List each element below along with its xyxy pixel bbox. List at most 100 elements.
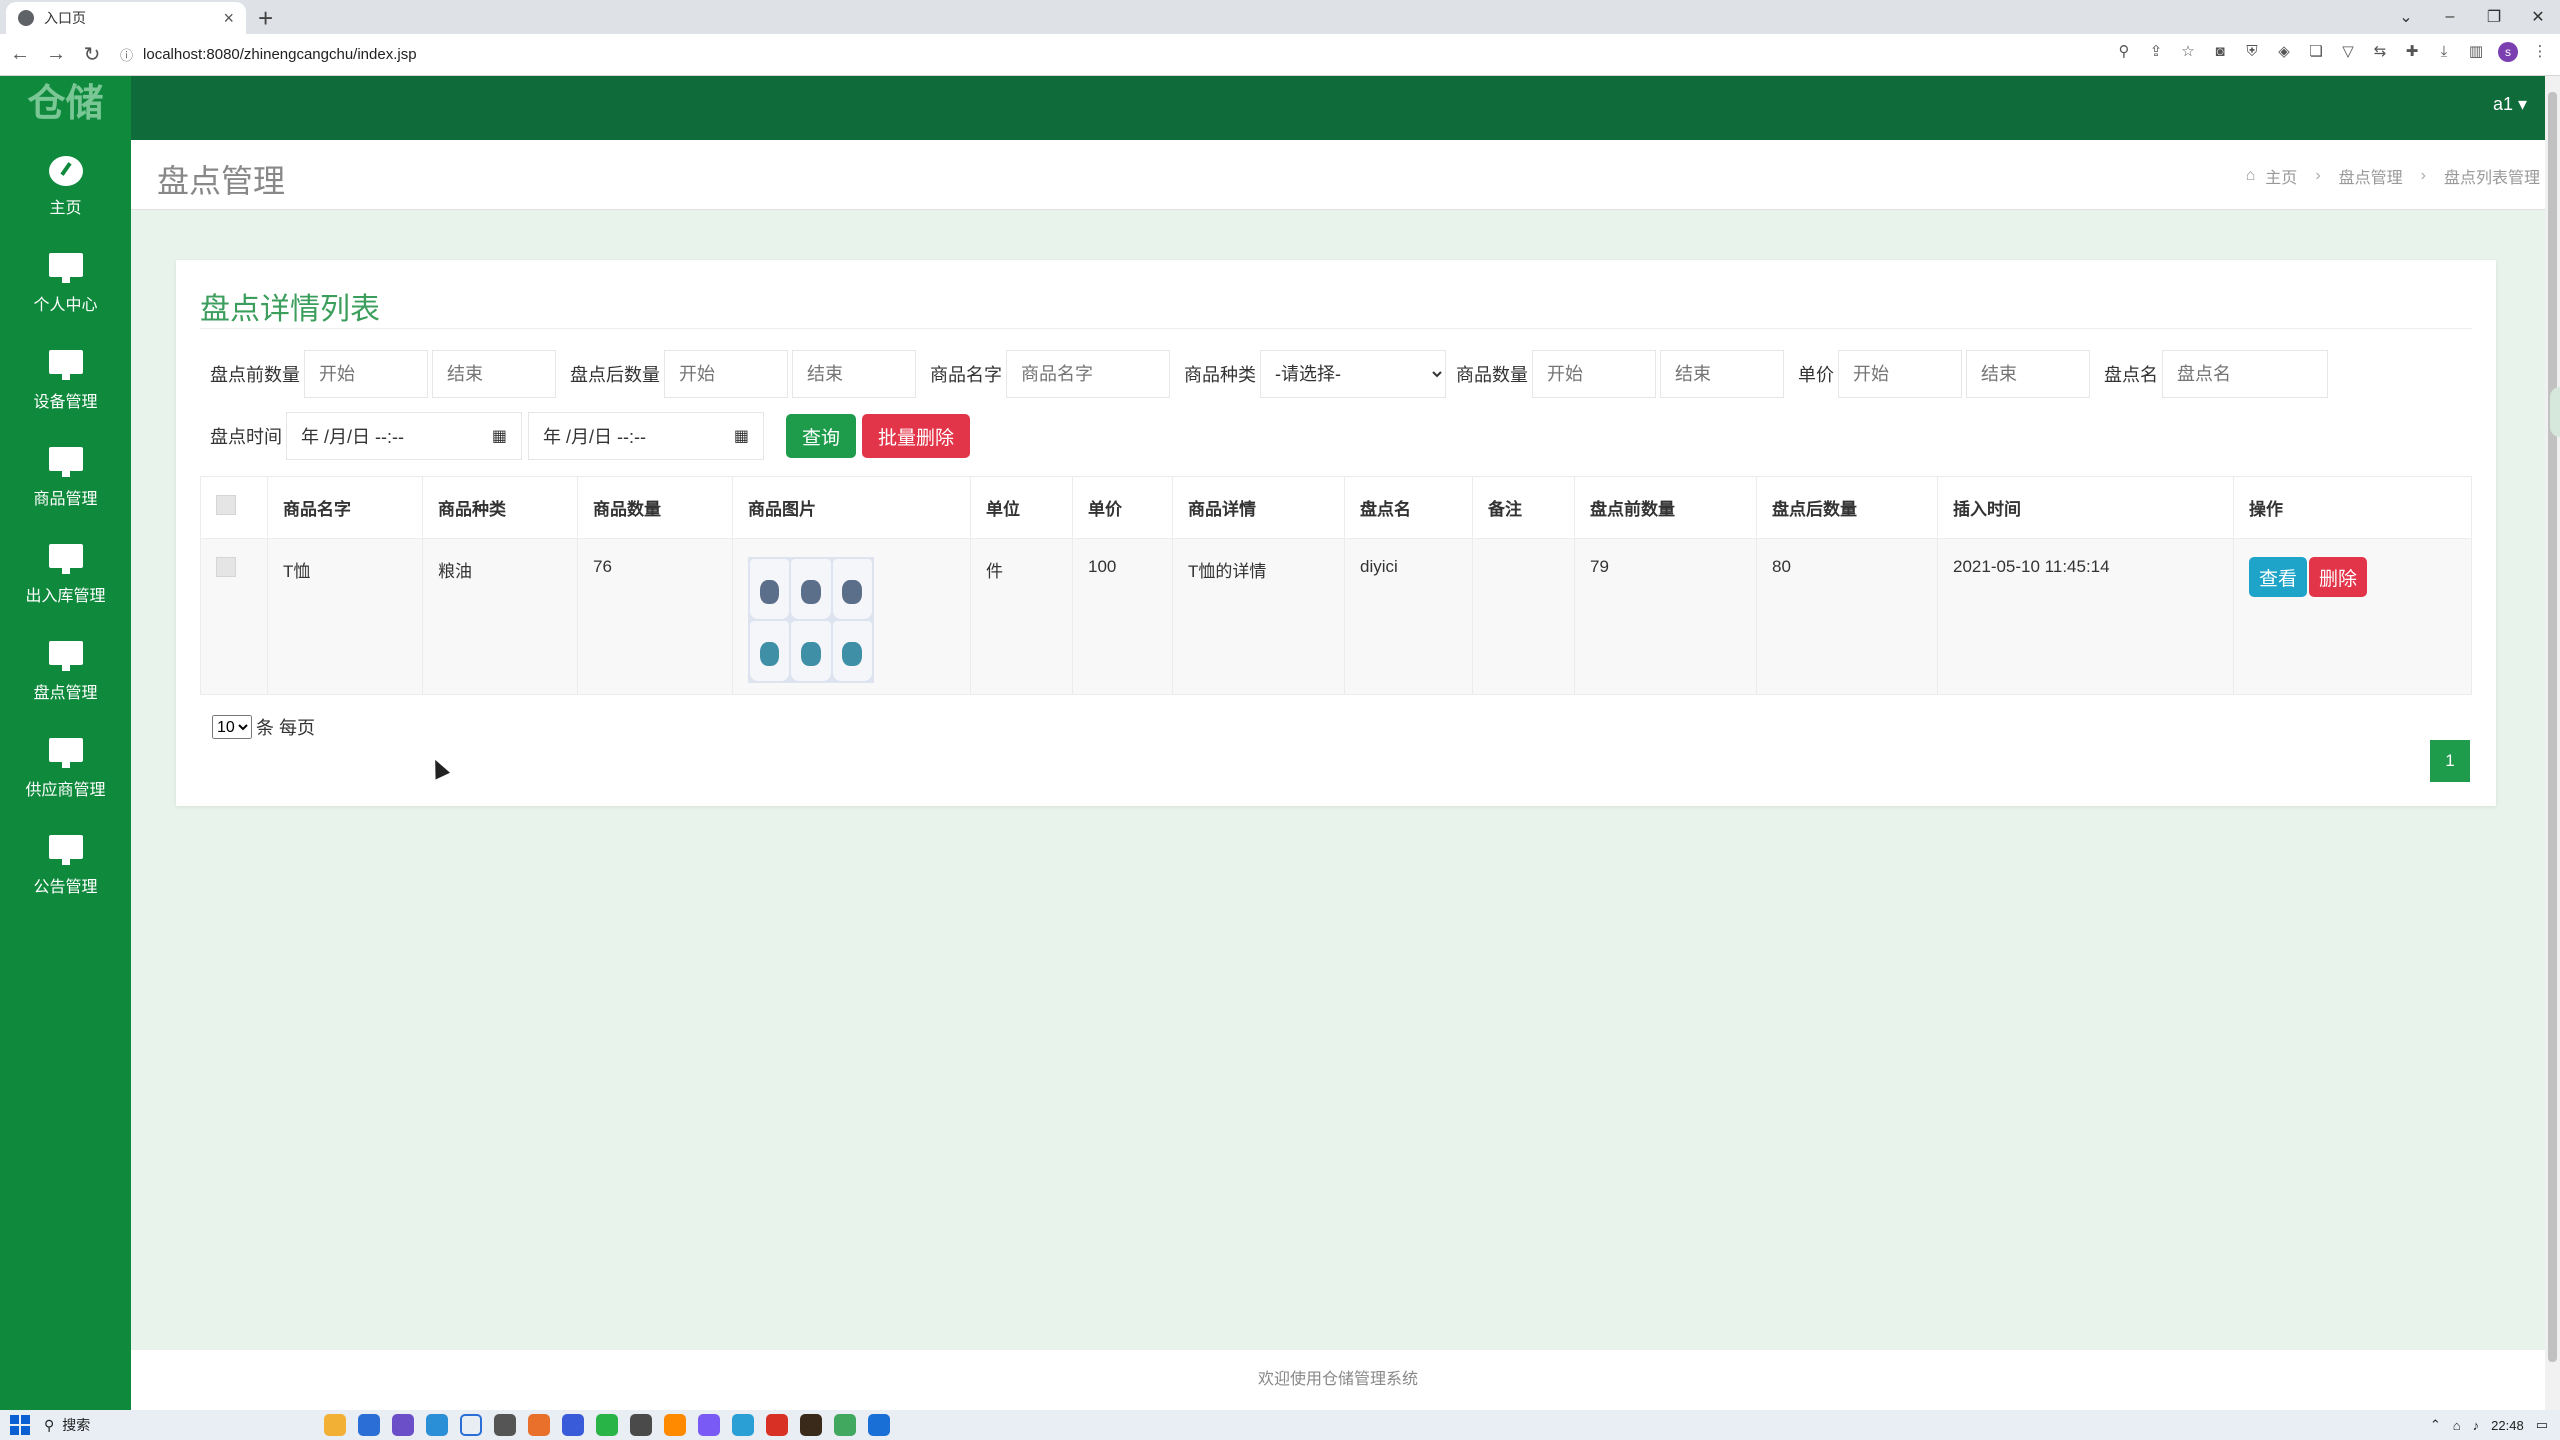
shield-icon[interactable]: ⛨ (2242, 42, 2262, 62)
sidebar-item-devices[interactable]: 设备管理 (0, 332, 131, 429)
minimize-icon[interactable]: – (2428, 8, 2472, 26)
column-header[interactable]: 商品详情 (1172, 476, 1345, 539)
breadcrumb-home[interactable]: 主页 (2265, 164, 2297, 188)
chevron-down-icon[interactable]: ⌄ (2384, 7, 2428, 27)
sidebar-item-inout[interactable]: 出入库管理 (0, 526, 131, 623)
delete-button[interactable]: 删除 (2309, 557, 2368, 597)
sidepanel-icon[interactable]: ▥ (2466, 42, 2486, 62)
goods-name-input[interactable] (1006, 350, 1170, 398)
user-menu[interactable]: a1 ▾ (2493, 94, 2527, 115)
chrome-icon[interactable] (460, 1414, 482, 1436)
page-number-button[interactable]: 1 (2430, 740, 2470, 782)
start-datetime-input[interactable]: 年 /月/日 --:-- ▦ (286, 412, 522, 460)
before-qty-start-input[interactable] (304, 350, 428, 398)
check-name-input[interactable] (2162, 350, 2328, 398)
extension-icon[interactable]: ◈ (2274, 42, 2294, 62)
goods-type-select[interactable]: -请选择- (1260, 350, 1446, 398)
clock[interactable]: 22:48 (2491, 1418, 2524, 1433)
column-header[interactable]: 单位 (970, 476, 1073, 539)
profile-avatar[interactable]: s (2498, 42, 2518, 62)
page-size-select[interactable]: 10 (212, 715, 252, 739)
goods-qty-end-input[interactable] (1660, 350, 1784, 398)
row-checkbox[interactable] (216, 557, 236, 577)
app-icon[interactable] (766, 1414, 788, 1436)
back-icon[interactable]: ← (4, 43, 36, 66)
price-start-input[interactable] (1838, 350, 1962, 398)
view-button[interactable]: 查看 (2249, 557, 2308, 597)
sidebar-item-inventory[interactable]: 盘点管理 (0, 623, 131, 720)
download-icon[interactable]: ⤓ (2434, 42, 2454, 62)
notification-icon[interactable]: ▭ (2536, 1417, 2548, 1433)
camera-icon[interactable]: ◙ (2210, 42, 2230, 62)
copy-icon[interactable]: ❏ (2306, 42, 2326, 62)
zoom-icon[interactable]: ⚲ (2114, 42, 2134, 62)
forward-icon[interactable]: → (40, 43, 72, 66)
goods-qty-start-input[interactable] (1532, 350, 1656, 398)
column-header[interactable]: 备注 (1472, 476, 1575, 539)
url-field[interactable]: ⓘ localhost:8080/zhinengcangchu/index.js… (120, 45, 417, 64)
select-all-checkbox[interactable] (216, 495, 236, 515)
intellij-icon[interactable] (800, 1414, 822, 1436)
file-explorer-icon[interactable] (324, 1414, 346, 1436)
info-icon[interactable]: ⓘ (120, 45, 133, 64)
puzzle-icon[interactable]: ✚ (2402, 42, 2422, 62)
taskbar-search[interactable]: ⚲ 搜索 (44, 1410, 304, 1440)
app-icon[interactable] (698, 1414, 720, 1436)
column-header[interactable]: 盘点前数量 (1574, 476, 1757, 539)
app-icon[interactable] (426, 1414, 448, 1436)
network-icon[interactable]: ⌂ (2453, 1418, 2461, 1433)
product-image[interactable] (748, 557, 874, 683)
scrollbar-thumb[interactable] (2548, 92, 2557, 1362)
sidebar-item-home[interactable]: 主页 (0, 138, 131, 235)
side-handle[interactable] (2550, 387, 2560, 437)
query-button[interactable]: 查询 (786, 414, 857, 458)
sidebar-item-notices[interactable]: 公告管理 (0, 817, 131, 914)
after-qty-end-input[interactable] (792, 350, 916, 398)
sidebar-item-profile[interactable]: 个人中心 (0, 235, 131, 332)
translate-icon[interactable]: ⇆ (2370, 42, 2390, 62)
app-icon[interactable] (630, 1414, 652, 1436)
column-header[interactable]: 盘点名 (1344, 476, 1473, 539)
breadcrumb-section[interactable]: 盘点管理 (2339, 164, 2403, 188)
app-icon[interactable] (358, 1414, 380, 1436)
app-icon[interactable] (834, 1414, 856, 1436)
volume-icon[interactable]: ♪ (2473, 1418, 2480, 1433)
app-icon[interactable] (732, 1414, 754, 1436)
column-header[interactable]: 商品图片 (732, 476, 971, 539)
app-icon[interactable] (562, 1414, 584, 1436)
star-icon[interactable]: ☆ (2178, 42, 2198, 62)
new-tab-button[interactable]: + (258, 2, 273, 34)
app-icon[interactable] (664, 1414, 686, 1436)
windows-start-icon[interactable] (10, 1415, 30, 1435)
after-qty-start-input[interactable] (664, 350, 788, 398)
reload-icon[interactable]: ↻ (76, 42, 108, 67)
column-header[interactable]: 商品名字 (267, 476, 423, 539)
column-header[interactable]: 商品种类 (422, 476, 578, 539)
share-icon[interactable]: ⇪ (2146, 42, 2166, 62)
chevron-up-icon[interactable]: ⌃ (2430, 1417, 2441, 1433)
end-datetime-input[interactable]: 年 /月/日 --:-- ▦ (528, 412, 764, 460)
column-header[interactable]: 单价 (1072, 476, 1173, 539)
settings-icon[interactable] (494, 1414, 516, 1436)
menu-icon[interactable]: ⋮ (2530, 42, 2550, 62)
app-icon[interactable] (868, 1414, 890, 1436)
wechat-icon[interactable] (596, 1414, 618, 1436)
price-end-input[interactable] (1966, 350, 2090, 398)
column-header[interactable]: 插入时间 (1937, 476, 2234, 539)
app-icon[interactable] (392, 1414, 414, 1436)
sidebar-item-suppliers[interactable]: 供应商管理 (0, 720, 131, 817)
sidebar-item-goods[interactable]: 商品管理 (0, 429, 131, 526)
close-icon[interactable]: × (223, 8, 234, 29)
close-window-icon[interactable]: ✕ (2516, 7, 2560, 27)
browser-tab[interactable]: 入口页 × (6, 2, 246, 34)
filter-icon[interactable]: ▽ (2338, 42, 2358, 62)
column-header[interactable]: 盘点后数量 (1756, 476, 1938, 539)
before-qty-end-input[interactable] (432, 350, 556, 398)
column-header[interactable]: 商品数量 (577, 476, 733, 539)
batch-delete-button[interactable]: 批量删除 (862, 414, 971, 458)
calendar-icon[interactable]: ▦ (492, 426, 507, 446)
firefox-icon[interactable] (528, 1414, 550, 1436)
calendar-icon[interactable]: ▦ (734, 426, 749, 446)
scrollbar[interactable] (2545, 76, 2560, 1410)
restore-icon[interactable]: ❐ (2472, 7, 2516, 27)
